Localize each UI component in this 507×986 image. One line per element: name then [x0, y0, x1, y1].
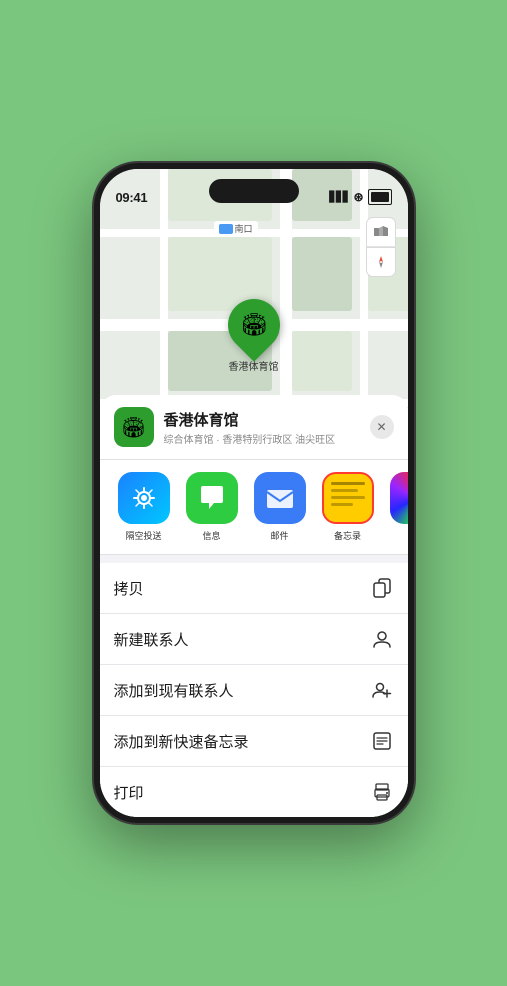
notes-label: 备忘录 — [334, 529, 361, 542]
action-print[interactable]: 打印 — [100, 767, 408, 817]
map-type-button[interactable] — [366, 217, 396, 247]
action-quick-note[interactable]: 添加到新快速备忘录 — [100, 716, 408, 767]
person-icon — [370, 627, 394, 651]
action-copy-label: 拷贝 — [114, 578, 370, 599]
pin-icon: 🏟 — [217, 288, 291, 362]
share-item-mail[interactable]: 邮件 — [246, 472, 314, 542]
share-item-notes[interactable]: 备忘录 — [314, 472, 382, 542]
more-icon — [390, 472, 408, 524]
person-add-icon — [370, 678, 394, 702]
action-add-existing-label: 添加到现有联系人 — [114, 680, 370, 701]
status-time: 09:41 — [116, 190, 148, 205]
share-item-message[interactable]: 信息 — [178, 472, 246, 542]
action-add-existing-contact[interactable]: 添加到现有联系人 — [100, 665, 408, 716]
print-icon — [370, 780, 394, 804]
phone-frame: 09:41 ▋▋▋ ⊛ — [94, 163, 414, 823]
action-new-contact-label: 新建联系人 — [114, 629, 370, 650]
battery-icon — [368, 189, 392, 205]
place-info: 香港体育馆 综合体育馆 · 香港特别行政区 油尖旺区 — [164, 409, 360, 446]
place-icon: 🏟 — [114, 407, 154, 447]
dynamic-island — [209, 179, 299, 203]
compass-button[interactable] — [366, 247, 396, 277]
map-north-label: 南口 — [214, 221, 258, 236]
airdrop-icon — [118, 472, 170, 524]
mail-label: 邮件 — [270, 529, 288, 542]
share-item-airdrop[interactable]: 隔空投送 — [110, 472, 178, 542]
airdrop-label: 隔空投送 — [125, 529, 161, 542]
place-header: 🏟 香港体育馆 综合体育馆 · 香港特别行政区 油尖旺区 ✕ — [100, 395, 408, 460]
share-item-more[interactable]: 推 — [382, 472, 408, 542]
action-print-label: 打印 — [114, 782, 370, 803]
share-row: 隔空投送 信息 — [100, 460, 408, 555]
message-icon — [186, 472, 238, 524]
status-icons: ▋▋▋ ⊛ — [329, 189, 391, 205]
phone-screen: 09:41 ▋▋▋ ⊛ — [100, 169, 408, 817]
stadium-icon: 🏟 — [240, 312, 268, 338]
action-quick-note-label: 添加到新快速备忘录 — [114, 731, 370, 752]
notes-icon — [322, 472, 374, 524]
message-label: 信息 — [202, 529, 220, 542]
action-new-contact[interactable]: 新建联系人 — [100, 614, 408, 665]
place-subtitle: 综合体育馆 · 香港特别行政区 油尖旺区 — [164, 431, 360, 446]
bottom-sheet: 🏟 香港体育馆 综合体育馆 · 香港特别行政区 油尖旺区 ✕ — [100, 395, 408, 817]
action-copy[interactable]: 拷贝 — [100, 563, 408, 614]
copy-icon — [370, 576, 394, 600]
place-name: 香港体育馆 — [164, 409, 360, 430]
close-button[interactable]: ✕ — [370, 415, 394, 439]
map-controls[interactable] — [366, 217, 396, 277]
mail-icon — [254, 472, 306, 524]
note-icon — [370, 729, 394, 753]
stadium-pin: 🏟 香港体育馆 — [228, 299, 280, 373]
action-list: 拷贝 新建联系人 — [100, 563, 408, 817]
wifi-icon: ⊛ — [353, 190, 363, 204]
signal-icon: ▋▋▋ — [329, 192, 349, 203]
